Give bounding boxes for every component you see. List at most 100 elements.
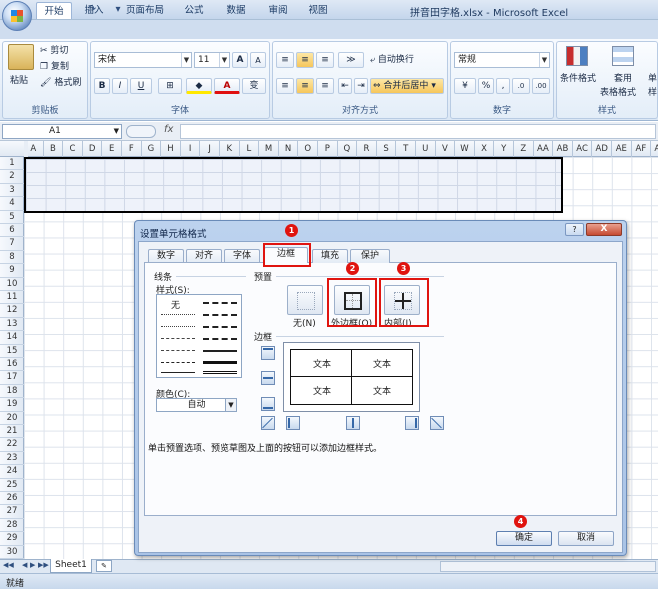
column-header[interactable]: AB: [553, 141, 573, 157]
row-header[interactable]: 7: [0, 237, 24, 251]
dialog-tab-alignment[interactable]: 对齐: [186, 249, 222, 263]
orientation-button[interactable]: ≫: [338, 52, 364, 68]
first-sheet-icon[interactable]: ◀◀: [3, 561, 14, 569]
column-header[interactable]: W: [455, 141, 475, 157]
row-header[interactable]: 4: [0, 197, 24, 211]
tab-data[interactable]: 数据: [218, 2, 254, 19]
close-button[interactable]: X: [586, 223, 622, 236]
line-style-slanted-dash-dot[interactable]: [203, 314, 237, 316]
row-header[interactable]: 23: [0, 452, 24, 466]
line-style-none[interactable]: 无: [171, 298, 180, 311]
preset-none-button[interactable]: [287, 285, 323, 315]
row-header[interactable]: 5: [0, 211, 24, 224]
ok-button[interactable]: 确定: [496, 531, 552, 546]
column-header[interactable]: J: [200, 141, 220, 157]
column-header[interactable]: Y: [494, 141, 514, 157]
table-format-button[interactable]: 套用: [614, 72, 632, 86]
row-header[interactable]: 24: [0, 465, 24, 479]
row-header[interactable]: 19: [0, 398, 24, 412]
row-header[interactable]: 8: [0, 251, 24, 265]
border-middle-v-button[interactable]: [346, 416, 360, 430]
format-painter-button[interactable]: 🖌 格式刷: [40, 76, 81, 90]
paste-button[interactable]: 粘贴: [10, 74, 28, 88]
column-header[interactable]: X: [475, 141, 495, 157]
row-header[interactable]: 18: [0, 385, 24, 399]
conditional-format-button[interactable]: 条件格式: [560, 72, 596, 86]
border-diagonal-down-button[interactable]: [430, 416, 444, 430]
grow-font-button[interactable]: A: [232, 52, 248, 68]
align-center-button[interactable]: ≡: [296, 78, 314, 94]
decrease-indent-button[interactable]: ⇤: [338, 78, 352, 94]
column-header[interactable]: AD: [592, 141, 612, 157]
row-header[interactable]: 15: [0, 345, 24, 358]
color-select[interactable]: 自动 ▼: [156, 398, 237, 412]
row-header[interactable]: 11: [0, 291, 24, 305]
cut-button[interactable]: ✂ 剪切: [40, 44, 68, 58]
column-header[interactable]: D: [83, 141, 103, 157]
column-header[interactable]: AC: [573, 141, 593, 157]
row-header[interactable]: 22: [0, 438, 24, 452]
tab-insert[interactable]: 插入: [76, 2, 112, 19]
column-header[interactable]: V: [436, 141, 456, 157]
tab-review[interactable]: 审阅: [260, 2, 296, 19]
column-header[interactable]: AE: [612, 141, 632, 157]
wrap-text-button[interactable]: ⤶ 自动换行: [370, 53, 414, 67]
line-style-medium-dash-dot-dot[interactable]: [203, 302, 237, 304]
border-left-button[interactable]: [286, 416, 300, 430]
shrink-font-button[interactable]: A: [250, 52, 266, 68]
line-style-medium-dashed[interactable]: [203, 338, 237, 340]
row-header[interactable]: 25: [0, 479, 24, 492]
row-header[interactable]: 28: [0, 519, 24, 533]
tab-view[interactable]: 视图: [300, 2, 336, 19]
underline-button[interactable]: U: [130, 78, 152, 94]
row-header[interactable]: 12: [0, 304, 24, 318]
line-style-dotted[interactable]: [161, 326, 195, 327]
line-style-dashed[interactable]: [161, 362, 195, 363]
chevron-down-icon[interactable]: ▼: [181, 53, 191, 67]
column-header[interactable]: H: [161, 141, 181, 157]
font-name-combo[interactable]: 宋体 ▼: [94, 52, 192, 68]
column-header[interactable]: C: [63, 141, 83, 157]
column-header[interactable]: Z: [514, 141, 534, 157]
column-header[interactable]: Q: [338, 141, 358, 157]
column-header[interactable]: AF: [632, 141, 652, 157]
bold-button[interactable]: B: [94, 78, 110, 94]
row-header[interactable]: 2: [0, 170, 24, 184]
phonetic-button[interactable]: 变: [242, 78, 266, 94]
table-format-icon[interactable]: [612, 46, 634, 66]
border-bottom-button[interactable]: [261, 397, 275, 411]
column-header[interactable]: M: [259, 141, 279, 157]
column-header[interactable]: R: [357, 141, 377, 157]
row-header[interactable]: 9: [0, 264, 24, 278]
align-left-button[interactable]: ≡: [276, 78, 294, 94]
line-style-medium[interactable]: [203, 350, 237, 352]
line-style-medium-dash-dot[interactable]: [203, 326, 237, 328]
chevron-down-icon[interactable]: ▼: [219, 53, 229, 67]
font-size-combo[interactable]: 11 ▼: [194, 52, 230, 68]
row-header[interactable]: 27: [0, 505, 24, 519]
copy-button[interactable]: ❐ 复制: [40, 60, 69, 74]
last-sheet-icon[interactable]: ▶▶: [38, 561, 49, 569]
tab-home[interactable]: 开始: [36, 2, 72, 19]
line-style-thin[interactable]: [161, 372, 195, 373]
cell-styles-button[interactable]: 单: [648, 72, 657, 86]
line-style-dash-dot-dot[interactable]: [161, 338, 195, 339]
comma-button[interactable]: ,: [496, 78, 510, 94]
line-style-hair[interactable]: [161, 314, 195, 315]
formula-input[interactable]: [180, 124, 656, 139]
paste-icon[interactable]: [8, 44, 34, 70]
line-style-list[interactable]: 无: [156, 294, 242, 378]
tab-page-layout[interactable]: 页面布局: [120, 2, 170, 19]
align-top-button[interactable]: ≡: [276, 52, 294, 68]
row-header[interactable]: 20: [0, 412, 24, 425]
insert-function-button[interactable]: fx: [164, 124, 173, 135]
align-bottom-button[interactable]: ≡: [316, 52, 334, 68]
conditional-format-icon[interactable]: [566, 46, 588, 66]
border-middle-h-button[interactable]: [261, 371, 275, 385]
help-button[interactable]: ?: [565, 223, 584, 236]
row-header[interactable]: 29: [0, 532, 24, 546]
align-right-button[interactable]: ≡: [316, 78, 334, 94]
row-header[interactable]: 6: [0, 224, 24, 238]
row-header[interactable]: 16: [0, 358, 24, 372]
row-header[interactable]: 26: [0, 492, 24, 506]
